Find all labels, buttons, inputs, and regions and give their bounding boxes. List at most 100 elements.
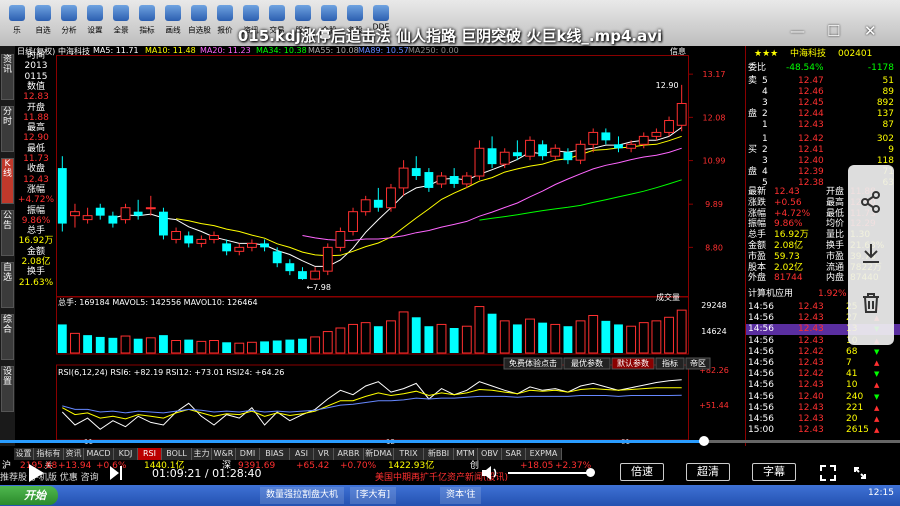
volume-bar <box>322 331 333 354</box>
indicator-tab-RSI[interactable]: RSI <box>138 448 162 460</box>
quote-cell: 最高 <box>826 197 845 208</box>
next-icon[interactable] <box>108 465 124 481</box>
taskbar-item[interactable]: 数量强拉割盘大机 <box>260 487 345 504</box>
chart-button-4[interactable]: 帝区 <box>685 357 711 370</box>
download-icon[interactable] <box>859 241 883 265</box>
indicator-tab-KDJ[interactable]: KDJ <box>114 448 138 460</box>
chart-period[interactable]: 日线(复权) <box>17 46 55 57</box>
quality-button[interactable]: 超清 <box>686 463 730 481</box>
up-arrow-icon: ▲ <box>874 426 880 435</box>
chart-button-0[interactable]: 免费体验点击 <box>503 357 563 370</box>
progress-knob[interactable] <box>699 436 709 446</box>
candle-body <box>512 152 522 157</box>
quote-cell: 量比 <box>826 230 845 241</box>
quote-cell: 开盘 <box>826 187 845 197</box>
progress-fill <box>0 440 704 443</box>
indicator-tab-新DMA[interactable]: 新DMA <box>364 448 394 460</box>
quote-cell: 2 <box>762 145 768 155</box>
volume-bar <box>285 339 295 353</box>
quote-row: 4 12.46 89 <box>746 87 900 98</box>
indicator-tab-BOLL[interactable]: BOLL <box>162 448 192 460</box>
tick-cell: 7 <box>846 358 852 368</box>
candle <box>222 239 232 256</box>
candle <box>159 207 168 240</box>
play-icon[interactable] <box>26 463 46 483</box>
ticker-item: 创 <box>470 461 480 471</box>
side-tab-5[interactable]: 综合 <box>1 314 14 360</box>
quote-row: 3 12.45 892 <box>746 98 900 109</box>
volume-bar <box>398 311 409 354</box>
indicator-tab-SAR[interactable]: SAR <box>502 448 526 460</box>
volume-slider[interactable] <box>508 472 590 474</box>
ticker-link[interactable]: 咨询 <box>81 473 99 483</box>
share-icon[interactable] <box>859 190 883 214</box>
tick-cell: 12.43 <box>798 313 824 324</box>
toolbar-icon <box>217 5 233 21</box>
ma5-label: MA5: 11.71 <box>93 46 139 55</box>
chart-button-3[interactable]: 指标 <box>655 357 685 370</box>
indicator-tab-主力[interactable]: 主力 <box>192 448 212 460</box>
indicator-tab-MTM[interactable]: MTM <box>454 448 478 460</box>
indicator-tab-OBV[interactable]: OBV <box>478 448 502 460</box>
side-tab-4[interactable]: 自选 <box>1 262 14 308</box>
indicator-tab-资讯[interactable]: 资讯 <box>64 448 84 460</box>
side-tab-6[interactable]: 设置 <box>1 366 14 412</box>
candle-body <box>145 207 156 210</box>
ma10-line <box>176 135 682 257</box>
volume-bar <box>57 324 67 353</box>
quote-cell: 市盈 <box>826 251 845 262</box>
candle <box>424 168 434 192</box>
side-tab-0[interactable]: 资讯 <box>1 54 14 100</box>
trash-icon[interactable] <box>859 291 883 315</box>
indicator-tab-指标有关[interactable]: 指标有关 <box>34 448 64 470</box>
indicator-tab-新BBI[interactable]: 新BBI <box>424 448 454 460</box>
quote-cell: 振幅 <box>748 219 767 230</box>
candle-body <box>260 243 269 248</box>
indicator-tab-VR[interactable]: VR <box>314 448 334 460</box>
taskbar-item[interactable]: [李大有] <box>350 487 397 504</box>
volume-icon[interactable] <box>480 464 500 482</box>
side-tab-1[interactable]: 分时 <box>1 106 14 152</box>
close-icon[interactable]: ✕ <box>864 22 877 40</box>
quote-cell: 5 <box>762 76 768 86</box>
candle-body <box>538 144 548 157</box>
indicator-tab-EXPMA[interactable]: EXPMA <box>526 448 562 460</box>
fullscreen-icon[interactable] <box>820 465 836 481</box>
time-display: 01:09:21 / 01:28:40 <box>152 467 262 480</box>
indicator-tab-DMI[interactable]: DMI <box>236 448 260 460</box>
taskbar-item[interactable]: 资本'往 <box>440 487 482 504</box>
indicator-tab-设置[interactable]: 设置 <box>14 448 34 460</box>
volume-knob[interactable] <box>586 468 595 477</box>
side-tab-3[interactable]: 公告 <box>1 210 14 256</box>
left-col-item: +4.72% <box>17 195 55 206</box>
minimize-icon[interactable]: — <box>790 22 805 40</box>
indicator-tab-TRIX[interactable]: TRIX <box>394 448 424 460</box>
left-col-item: 数值 <box>26 81 45 92</box>
indicator-tab-ASI[interactable]: ASI <box>290 448 314 460</box>
volume-bar <box>222 342 232 353</box>
candle-body <box>171 231 182 240</box>
chart-button-1[interactable]: 最优参数 <box>563 357 611 370</box>
pip-icon[interactable] <box>852 465 868 481</box>
side-tab-2[interactable]: K线 <box>1 158 14 204</box>
indicator-tab-MACD[interactable]: MACD <box>84 448 114 460</box>
quote-cell: 302 <box>876 134 894 144</box>
indicator-tab-BIAS[interactable]: BIAS <box>260 448 290 460</box>
share-download-panel <box>848 165 894 345</box>
subtitle-button[interactable]: 字幕 <box>752 463 796 481</box>
indicator-tab-W&R[interactable]: W&R <box>212 448 236 460</box>
candle <box>120 203 131 224</box>
candle-body <box>614 144 623 149</box>
speed-button[interactable]: 倍速 <box>620 463 664 481</box>
chart-button-2[interactable]: 默认参数 <box>611 357 655 370</box>
indicator-tab-ARBR[interactable]: ARBR <box>334 448 364 460</box>
maximize-icon[interactable]: ☐ <box>827 22 840 40</box>
ma34-line <box>479 179 682 221</box>
rsi-axis-mid: +51.44 <box>699 401 729 410</box>
quote-cell: 流通 <box>826 262 845 273</box>
ticker-link[interactable]: 优惠 <box>60 473 81 483</box>
taskbar-clock: 12:15 <box>868 488 894 498</box>
quote-cell: 最低 <box>826 208 845 219</box>
quote-row: 1 12.42 302 <box>746 134 900 145</box>
start-button[interactable]: 开始 <box>0 486 58 505</box>
